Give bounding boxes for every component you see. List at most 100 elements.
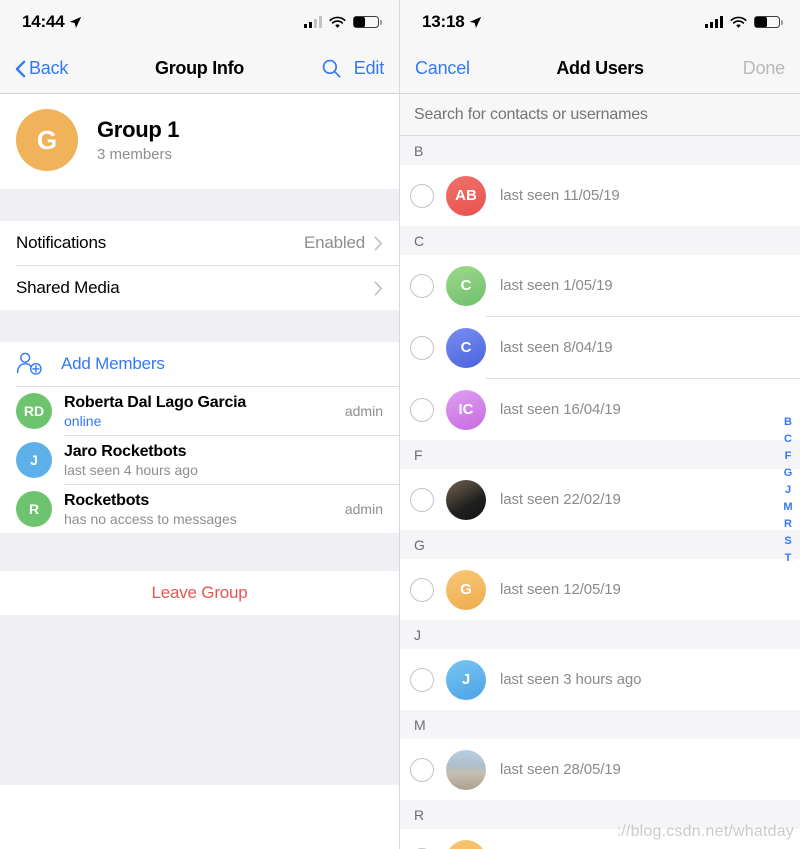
avatar-initials: IC (458, 401, 474, 418)
contact-row[interactable]: Rlast seen 27/05/19 (400, 829, 800, 849)
add-users-screen: 13:18 Cancel Add Users Done Search for c… (400, 0, 800, 849)
wifi-icon (329, 16, 346, 28)
avatar-initials: AB (455, 187, 477, 204)
member-status: last seen 4 hours ago (64, 461, 198, 478)
section-gap (0, 189, 399, 221)
done-button[interactable]: Done (743, 58, 785, 79)
status-time: 13:18 (422, 12, 465, 31)
location-arrow-icon (70, 16, 82, 28)
contact-checkbox[interactable] (410, 273, 434, 298)
contact-row[interactable]: Clast seen 1/05/19 (400, 255, 800, 316)
contact-checkbox[interactable] (410, 335, 434, 360)
group-member-count: 3 members (97, 146, 173, 163)
settings-label: Shared Media (16, 278, 120, 297)
wifi-icon (730, 16, 747, 28)
group-header[interactable]: G Group 1 3 members (0, 94, 399, 189)
chevron-left-icon[interactable] (15, 60, 26, 78)
chevron-right-icon (374, 235, 383, 251)
member-row[interactable]: RD Roberta Dal Lago Garcia online admin (0, 387, 399, 435)
section-header-g: G (400, 530, 800, 559)
member-name: Rocketbots (64, 491, 150, 509)
bottom-gap (0, 615, 399, 785)
status-bar-left: 14:44 (0, 0, 399, 44)
nav-bar-group-info: Back Group Info Edit (0, 44, 399, 94)
section-gap (0, 310, 399, 342)
contact-avatar: J (446, 659, 486, 700)
search-bar[interactable] (400, 94, 800, 136)
avatar-initials: J (30, 452, 38, 468)
group-info-screen: 14:44 Back Group Info Edit G Group 1 3 m… (0, 0, 400, 849)
contact-checkbox[interactable] (410, 397, 434, 422)
contact-list: B AB last seen 11/05/19 C Clast seen 1/05/19… (400, 136, 800, 849)
section-header-b: B (400, 136, 800, 165)
leave-group-row[interactable]: Leave Group (0, 571, 399, 615)
contact-status: last seen 1/05/19 (500, 277, 613, 294)
avatar-initials: J (461, 671, 471, 688)
contact-status: last seen 11/05/19 (500, 187, 620, 204)
contact-checkbox[interactable] (410, 183, 434, 208)
index-letter-j[interactable]: J (785, 483, 791, 498)
contact-status: last seen 8/04/19 (500, 339, 613, 356)
battery-icon (353, 15, 382, 29)
member-name: Roberta Dal Lago Garcia (64, 393, 247, 411)
contact-row[interactable]: last seen 22/02/19 (400, 469, 800, 530)
edit-button[interactable]: Edit (354, 58, 384, 79)
avatar-initials: R (28, 501, 40, 517)
contact-checkbox[interactable] (410, 487, 434, 512)
index-letter-r[interactable]: R (784, 517, 792, 532)
dual-screenshot: 14:44 Back Group Info Edit G Group 1 3 m… (0, 0, 800, 849)
index-letter-t[interactable]: T (785, 551, 792, 566)
contact-checkbox[interactable] (410, 757, 434, 782)
settings-section: Notifications Enabled Shared Media (0, 221, 399, 310)
contact-row[interactable]: AB last seen 11/05/19 (400, 165, 800, 226)
location-arrow-icon (470, 16, 482, 28)
section-header-f: F (400, 440, 800, 469)
index-letter-f[interactable]: F (785, 449, 792, 464)
contact-row[interactable]: Clast seen 8/04/19 (400, 317, 800, 378)
section-header-r: R (400, 800, 800, 829)
settings-row-shared-media[interactable]: Shared Media (0, 266, 399, 310)
group-avatar-initial: G (36, 124, 58, 155)
add-person-icon (16, 352, 42, 375)
settings-row-notifications[interactable]: Notifications Enabled (0, 221, 399, 265)
member-status: online (64, 412, 102, 429)
contact-status: last seen 16/04/19 (500, 401, 621, 418)
section-header-m: M (400, 710, 800, 739)
status-bar-right: 13:18 (400, 0, 800, 44)
index-letter-s[interactable]: S (784, 534, 791, 549)
index-letter-m[interactable]: M (783, 500, 792, 515)
index-letter-g[interactable]: G (784, 466, 793, 481)
alphabet-index[interactable]: BCFGJMRST (778, 415, 798, 566)
contact-checkbox[interactable] (410, 577, 434, 602)
member-row[interactable]: R Rocketbots has no access to messages a… (0, 485, 399, 533)
member-avatar: R (16, 491, 52, 527)
contact-avatar-dark-indoor-photo (446, 479, 486, 520)
section-header-j: J (400, 620, 800, 649)
member-row[interactable]: J Jaro Rocketbots last seen 4 hours ago (0, 436, 399, 484)
contact-row[interactable]: Glast seen 12/05/19 (400, 559, 800, 620)
member-admin-badge: admin (344, 403, 383, 419)
search-icon[interactable] (321, 58, 342, 79)
section-gap (0, 533, 399, 571)
cancel-button[interactable]: Cancel (415, 58, 470, 79)
contact-row[interactable]: last seen 28/05/19 (400, 739, 800, 800)
search-input[interactable] (414, 105, 786, 124)
contact-status: last seen 22/02/19 (500, 491, 621, 508)
avatar-initials: C (460, 339, 472, 356)
contact-status: last seen 28/05/19 (500, 761, 621, 778)
signal-bars-icon (705, 16, 723, 28)
contact-avatar: C (446, 265, 486, 306)
contact-row[interactable]: Jlast seen 3 hours ago (400, 649, 800, 710)
contact-avatar: G (446, 569, 486, 610)
add-members-row[interactable]: Add Members (0, 342, 399, 386)
index-letter-c[interactable]: C (784, 432, 792, 447)
contact-checkbox[interactable] (410, 667, 434, 692)
back-button[interactable]: Back (29, 58, 68, 79)
contact-row[interactable]: IC last seen 16/04/19 (400, 379, 800, 440)
index-letter-b[interactable]: B (784, 415, 792, 430)
status-time: 14:44 (22, 12, 65, 31)
member-avatar: J (16, 442, 52, 478)
group-avatar: G (16, 109, 78, 171)
chevron-right-icon (374, 280, 383, 296)
members-section: Add Members RD Roberta Dal Lago Garcia o… (0, 342, 399, 533)
